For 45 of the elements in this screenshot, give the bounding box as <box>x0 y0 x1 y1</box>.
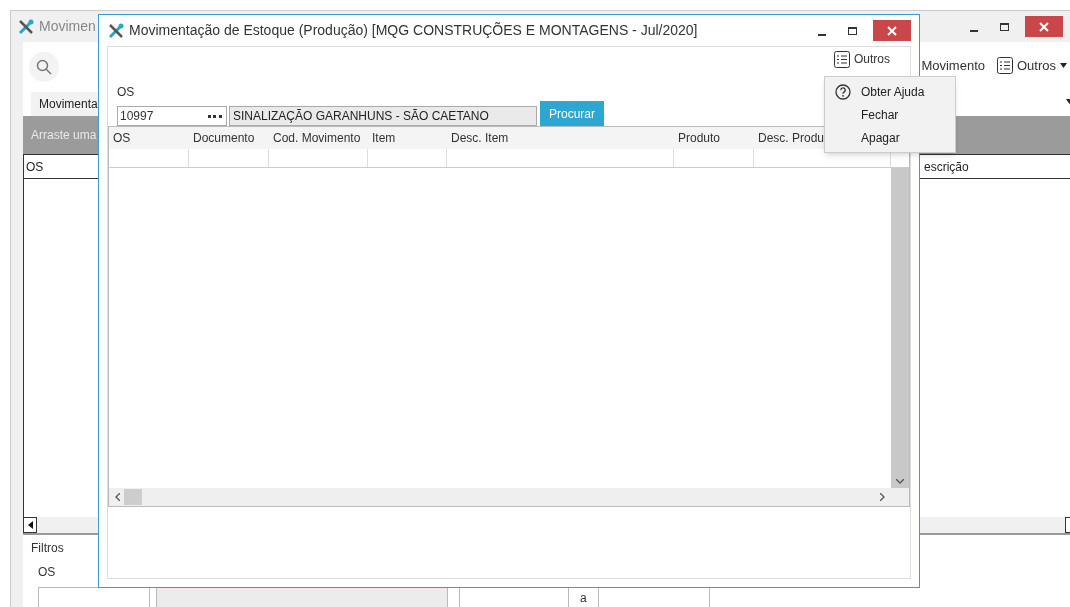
os-description-field: SINALIZAÇÃO GARANHUNS - SÃO CAETANO <box>229 106 537 126</box>
close-button[interactable] <box>1025 16 1063 37</box>
search-icon <box>36 59 52 75</box>
close-button[interactable] <box>873 20 911 41</box>
help-icon <box>835 83 851 100</box>
search-button[interactable] <box>29 52 59 82</box>
list-icon <box>997 57 1013 75</box>
scroll-down-icon <box>896 479 904 484</box>
toolbar-button[interactable]: Outros <box>834 50 890 68</box>
column-header[interactable]: Produto <box>674 127 754 149</box>
field-label: OS <box>117 85 135 99</box>
tools-icon <box>17 17 35 36</box>
field-label: OS <box>38 565 56 579</box>
toolbar-button[interactable]: Outros <box>997 56 1067 76</box>
column-header[interactable]: OS <box>109 127 189 149</box>
date-field[interactable] <box>597 587 710 607</box>
filters-heading: Filtros <box>31 541 64 555</box>
scroll-thumb[interactable] <box>124 489 142 505</box>
os-field[interactable]: 10997 <box>117 106 227 126</box>
column-header[interactable]: Item <box>368 127 447 149</box>
close-icon <box>887 25 897 36</box>
window-title: Movimentação de Estoque (Produção) [MQG CONSTRUÇÕES E MONTAGENS - Jul/2020] <box>129 21 698 40</box>
scroll-right-icon <box>880 493 885 501</box>
close-icon <box>1039 21 1049 32</box>
scroll-left-icon <box>27 521 33 529</box>
vertical-scrollbar[interactable] <box>891 168 909 488</box>
toolbar-button[interactable]: Movimento <box>921 56 985 76</box>
column-header[interactable]: Cod. Movimento <box>269 127 368 149</box>
range-separator: a <box>580 590 587 607</box>
window-title: Movimen <box>39 17 96 36</box>
group-panel-hint: Arraste uma <box>31 127 97 144</box>
tools-icon <box>107 21 125 40</box>
menu-item[interactable]: Apagar <box>825 126 947 149</box>
os-filter-field[interactable] <box>38 587 150 607</box>
lookup-icon <box>208 114 222 118</box>
caret-icon <box>1060 63 1067 69</box>
date-field[interactable] <box>459 587 569 607</box>
column-header[interactable]: Documento <box>189 127 269 149</box>
scroll-left-icon <box>115 493 120 501</box>
menu-item[interactable]: Obter Ajuda <box>825 80 947 103</box>
list-icon <box>834 50 850 68</box>
column-header[interactable]: escrição <box>924 155 1070 178</box>
horizontal-scrollbar[interactable] <box>109 488 909 506</box>
column-header[interactable]: Desc. Item <box>447 127 674 149</box>
menu-item[interactable]: Fechar <box>825 103 947 126</box>
